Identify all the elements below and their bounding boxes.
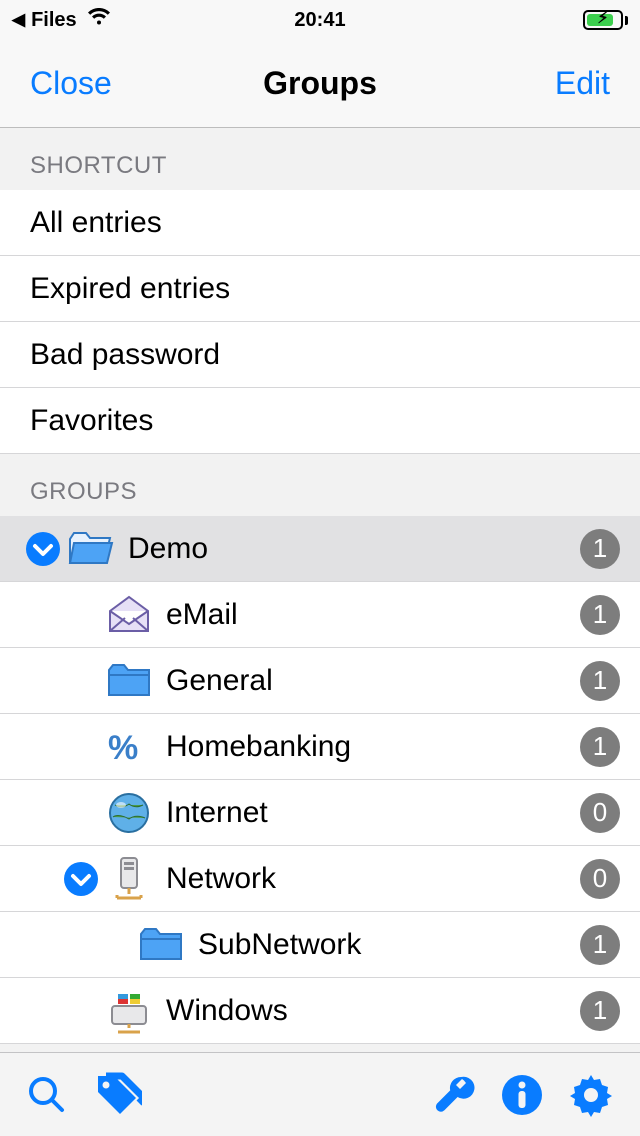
count-badge: 1 <box>580 727 620 767</box>
group-label: Internet <box>166 796 580 830</box>
count-badge: 1 <box>580 529 620 569</box>
back-triangle-icon: ◀ <box>12 10 25 30</box>
edit-button[interactable]: Edit <box>555 65 610 102</box>
folder-icon <box>106 658 152 704</box>
count-badge: 1 <box>580 991 620 1031</box>
globe-icon <box>106 790 152 836</box>
chevron-down-icon[interactable] <box>64 862 98 896</box>
count-badge: 1 <box>580 595 620 635</box>
wifi-icon <box>87 8 111 32</box>
group-row-network[interactable]: Network 0 <box>0 846 640 912</box>
svg-text:%: % <box>108 729 138 767</box>
mail-icon <box>106 592 152 638</box>
count-badge: 0 <box>580 859 620 899</box>
folder-icon <box>138 922 184 968</box>
chevron-down-icon[interactable] <box>26 532 60 566</box>
group-row-subnetwork[interactable]: SubNetwork 1 <box>0 912 640 978</box>
group-row-email[interactable]: eMail 1 <box>0 582 640 648</box>
shortcut-label: All entries <box>30 206 162 240</box>
group-row-general[interactable]: General 1 <box>0 648 640 714</box>
group-label: Homebanking <box>166 730 580 764</box>
shortcut-label: Favorites <box>30 404 153 438</box>
group-row-demo[interactable]: Demo 1 <box>0 516 640 582</box>
count-badge: 0 <box>580 793 620 833</box>
toolbar <box>0 1052 640 1136</box>
group-row-windows[interactable]: Windows 1 <box>0 978 640 1044</box>
group-row-internet[interactable]: Internet 0 <box>0 780 640 846</box>
group-label: eMail <box>166 598 580 632</box>
section-header-shortcut: SHORTCUT <box>0 128 640 190</box>
count-badge: 1 <box>580 925 620 965</box>
percent-icon: % <box>106 724 152 770</box>
folder-open-icon <box>68 526 114 572</box>
shortcut-row-expired-entries[interactable]: Expired entries <box>0 256 640 322</box>
group-label: SubNetwork <box>198 928 580 962</box>
section-header-groups: GROUPS <box>0 454 640 516</box>
shortcut-row-favorites[interactable]: Favorites <box>0 388 640 454</box>
battery-icon: ⚡︎ <box>583 10 628 30</box>
group-label: Network <box>166 862 580 896</box>
nav-bar: Close Groups Edit <box>0 40 640 128</box>
shortcut-label: Expired entries <box>30 272 230 306</box>
close-button[interactable]: Close <box>30 65 112 102</box>
shortcut-label: Bad password <box>30 338 220 372</box>
status-back-app[interactable]: ◀ Files <box>12 8 111 32</box>
gear-icon[interactable] <box>568 1072 614 1118</box>
server-icon <box>106 856 152 902</box>
search-icon[interactable] <box>26 1074 68 1116</box>
shortcut-row-all-entries[interactable]: All entries <box>0 190 640 256</box>
count-badge: 1 <box>580 661 620 701</box>
windows-icon <box>106 988 152 1034</box>
tag-icon[interactable] <box>92 1072 142 1118</box>
status-back-app-label: Files <box>31 9 77 32</box>
group-label: Demo <box>128 532 580 566</box>
group-label: General <box>166 664 580 698</box>
status-bar: ◀ Files 20:41 ⚡︎ <box>0 0 640 40</box>
info-icon[interactable] <box>500 1073 544 1117</box>
wrench-icon[interactable] <box>432 1073 476 1117</box>
group-label: Windows <box>166 994 580 1028</box>
shortcut-row-bad-password[interactable]: Bad password <box>0 322 640 388</box>
group-row-homebanking[interactable]: % Homebanking 1 <box>0 714 640 780</box>
